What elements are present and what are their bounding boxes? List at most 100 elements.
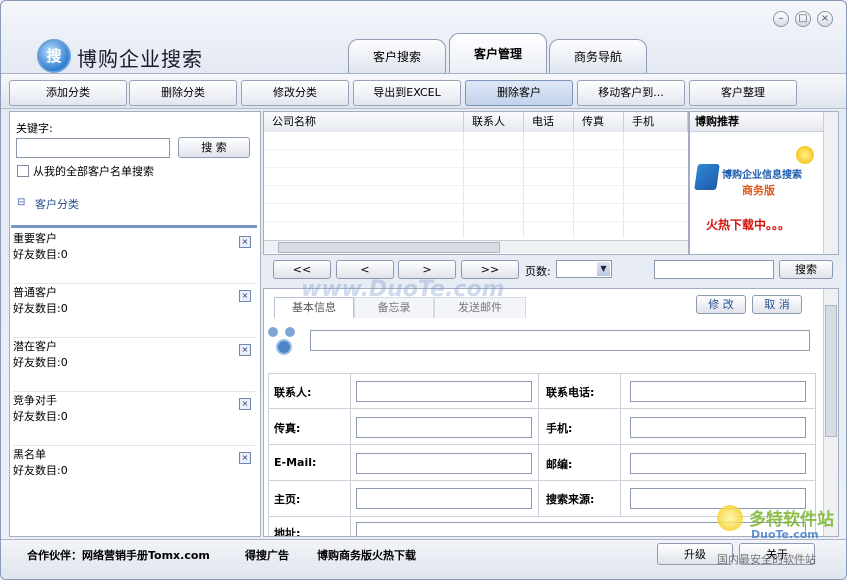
homepage-label: 主页: bbox=[274, 493, 301, 506]
keyword-search-button[interactable]: 搜 索 bbox=[178, 137, 250, 158]
minimize-button[interactable]: – bbox=[773, 11, 789, 27]
download-link[interactable]: 博购商务版火热下载 bbox=[317, 547, 416, 563]
category-count: 好友数目:0 bbox=[13, 464, 68, 477]
scroll-thumb[interactable] bbox=[278, 242, 500, 253]
edit-category-button[interactable]: 修改分类 bbox=[241, 80, 349, 106]
grid-body bbox=[264, 132, 688, 238]
contact-label: 联系人: bbox=[274, 386, 312, 399]
zip-label: 邮编: bbox=[546, 458, 573, 471]
tree-collapse-icon[interactable]: ⊟ bbox=[17, 197, 25, 208]
maximize-button[interactable]: □ bbox=[795, 11, 811, 27]
category-tree-label[interactable]: 客户分类 bbox=[35, 196, 79, 212]
form-col-line bbox=[350, 373, 351, 536]
move-customer-button[interactable]: 移动客户到... bbox=[577, 80, 685, 106]
form-col-line bbox=[538, 373, 539, 516]
app-logo-icon: 搜 bbox=[37, 39, 71, 73]
customer-grid: 公司名称 联系人 电话 传真 手机 bbox=[263, 111, 689, 255]
edit-button[interactable]: 修 改 bbox=[696, 295, 746, 314]
grid-col-line bbox=[573, 132, 574, 238]
detail-scrollbar[interactable] bbox=[823, 289, 838, 536]
separator bbox=[13, 445, 255, 446]
category-name: 潜在客户 bbox=[13, 340, 57, 353]
ad-edition[interactable]: 商务版 bbox=[742, 182, 775, 198]
search-source-label: 搜索来源: bbox=[546, 493, 595, 506]
watermark-url: DuoTe.com bbox=[751, 528, 819, 541]
export-excel-button[interactable]: 导出到EXCEL bbox=[353, 80, 461, 106]
tab-business-nav[interactable]: 商务导航 bbox=[549, 39, 647, 74]
column-header-phone[interactable]: 电话 bbox=[524, 112, 574, 132]
email-field[interactable] bbox=[356, 453, 532, 474]
company-name-field[interactable] bbox=[310, 330, 810, 351]
ad-header: 博购推荐 bbox=[690, 112, 824, 132]
add-category-button[interactable]: 添加分类 bbox=[9, 80, 127, 106]
search-all-label: 从我的全部客户名单搜索 bbox=[33, 165, 154, 178]
grid-col-line bbox=[463, 132, 464, 238]
category-count: 好友数目:0 bbox=[13, 410, 68, 423]
category-item-potential[interactable]: 潜在客户 好友数目:0 × bbox=[13, 339, 253, 371]
phone-label: 联系电话: bbox=[546, 386, 595, 399]
mobile-field[interactable] bbox=[630, 417, 806, 438]
chevron-down-icon[interactable]: ▼ bbox=[597, 262, 610, 276]
contact-field[interactable] bbox=[356, 381, 532, 402]
tab-customer-search[interactable]: 客户搜索 bbox=[348, 39, 446, 74]
category-item-normal[interactable]: 普通客户 好友数目:0 × bbox=[13, 285, 253, 317]
ad-tagline[interactable]: 火热下载中。。。 bbox=[706, 216, 790, 233]
ad-title[interactable]: 博购企业信息搜索 bbox=[722, 166, 802, 181]
category-name: 重要客户 bbox=[13, 232, 57, 245]
grid-search-input[interactable] bbox=[654, 260, 774, 279]
remove-category-icon[interactable]: × bbox=[239, 452, 251, 464]
category-item-important[interactable]: 重要客户 好友数目:0 × bbox=[13, 231, 253, 263]
watermark-text: www.DuoTe.com bbox=[301, 277, 505, 302]
page-select[interactable]: ▼ bbox=[556, 260, 612, 278]
page-label: 页数: bbox=[525, 265, 551, 278]
zip-field[interactable] bbox=[630, 453, 806, 474]
keyword-input[interactable] bbox=[16, 138, 170, 158]
ads-link[interactable]: 得搜广告 bbox=[245, 547, 289, 563]
column-header-company[interactable]: 公司名称 bbox=[264, 112, 464, 132]
remove-category-icon[interactable]: × bbox=[239, 290, 251, 302]
column-header-fax[interactable]: 传真 bbox=[574, 112, 624, 132]
column-header-mobile[interactable]: 手机 bbox=[624, 112, 688, 132]
category-divider bbox=[11, 225, 257, 228]
separator bbox=[13, 391, 255, 392]
category-count: 好友数目:0 bbox=[13, 248, 68, 261]
separator bbox=[13, 337, 255, 338]
partner-link[interactable]: 合作伙伴：网络营销手册Tomx.com bbox=[27, 547, 210, 563]
phone-field[interactable] bbox=[630, 381, 806, 402]
fax-label: 传真: bbox=[274, 422, 301, 435]
delete-category-button[interactable]: 删除分类 bbox=[129, 80, 237, 106]
cancel-button[interactable]: 取 消 bbox=[752, 295, 802, 314]
app-title: 博购企业搜索 bbox=[77, 47, 203, 71]
homepage-field[interactable] bbox=[356, 488, 532, 509]
mobile-label: 手机: bbox=[546, 422, 573, 435]
category-count: 好友数目:0 bbox=[13, 356, 68, 369]
search-all-checkbox[interactable] bbox=[17, 165, 29, 177]
category-name: 黑名单 bbox=[13, 448, 46, 461]
grid-horizontal-scrollbar[interactable] bbox=[264, 240, 688, 253]
grid-search-button[interactable]: 搜索 bbox=[779, 260, 833, 279]
remove-category-icon[interactable]: × bbox=[239, 344, 251, 356]
network-node-icon bbox=[268, 327, 296, 355]
form-col-line bbox=[620, 373, 621, 516]
watermark-brand: 多特软件站 bbox=[749, 510, 834, 530]
organize-customer-button[interactable]: 客户整理 bbox=[689, 80, 797, 106]
scroll-thumb[interactable] bbox=[825, 305, 837, 437]
tab-customer-manage[interactable]: 客户管理 bbox=[449, 33, 547, 74]
detail-panel: 基本信息 备忘录 发送邮件 修 改 取 消 联系人: 联系电话: 传真: 手机:… bbox=[263, 288, 839, 537]
separator bbox=[13, 283, 255, 284]
watermark-logo-icon bbox=[717, 505, 743, 531]
category-item-blacklist[interactable]: 黑名单 好友数目:0 × bbox=[13, 447, 253, 479]
ad-scrollbar[interactable] bbox=[823, 112, 838, 254]
delete-customer-button[interactable]: 删除客户 bbox=[465, 80, 573, 106]
category-count: 好友数目:0 bbox=[13, 302, 68, 315]
keyword-label: 关键字: bbox=[16, 122, 53, 135]
grid-col-line bbox=[523, 132, 524, 238]
remove-category-icon[interactable]: × bbox=[239, 236, 251, 248]
app-window: 搜 博购企业搜索 – □ × 客户搜索 客户管理 商务导航 添加分类 删除分类 … bbox=[0, 0, 847, 580]
remove-category-icon[interactable]: × bbox=[239, 398, 251, 410]
fax-field[interactable] bbox=[356, 417, 532, 438]
close-button[interactable]: × bbox=[817, 11, 833, 27]
column-header-contact[interactable]: 联系人 bbox=[464, 112, 524, 132]
category-item-competitor[interactable]: 竞争对手 好友数目:0 × bbox=[13, 393, 253, 425]
category-name: 竞争对手 bbox=[13, 394, 57, 407]
